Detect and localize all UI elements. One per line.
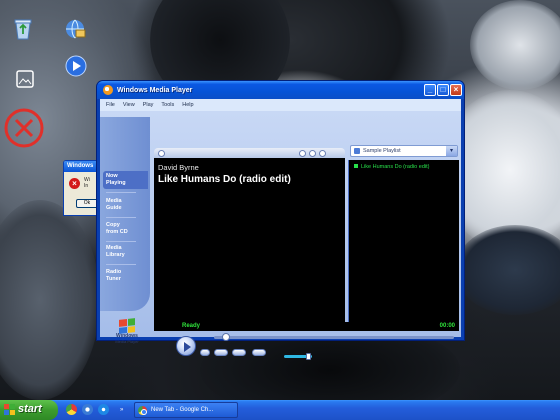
now-playing-toolbar [154, 148, 345, 158]
start-label: start [18, 403, 42, 415]
maximize-button[interactable]: □ [437, 84, 449, 96]
nav-now-playing[interactable]: Now Playing [103, 171, 148, 189]
nav-label: Guide [106, 205, 122, 211]
picture-file-icon[interactable] [12, 66, 38, 92]
chevron-down-icon[interactable]: ▾ [446, 146, 457, 156]
ie-quicklaunch-icon[interactable] [82, 404, 93, 415]
minimize-button[interactable]: _ [424, 84, 436, 96]
network-icon[interactable] [62, 16, 88, 42]
windows-media-logo: Windows Media Player [104, 318, 150, 344]
nav-label: Media [106, 198, 122, 204]
windows-media-player-icon[interactable] [63, 53, 89, 79]
track-title: Like Humans Do (radio edit) [158, 174, 291, 185]
taskbar-item-label: New Tab - Google Ch... [151, 407, 214, 413]
wmp-body: Now Playing Media Guide Copy from CD Med… [100, 111, 461, 360]
next-button[interactable] [232, 349, 246, 356]
nav-label: Copy [106, 222, 120, 228]
close-button[interactable]: × [450, 84, 462, 96]
media-player-quicklaunch-icon[interactable] [98, 404, 109, 415]
wmp-taskbar: Now Playing Media Guide Copy from CD Med… [100, 117, 150, 311]
wallpaper-shape [470, 0, 560, 90]
mute-button[interactable] [252, 349, 266, 356]
playlist-pane: Like Humans Do (radio edit) [348, 160, 459, 322]
chrome-icon [138, 406, 147, 415]
error-message: Wi In [84, 177, 90, 189]
transport-controls [154, 331, 459, 361]
volume-slider[interactable] [284, 353, 312, 360]
nav-label: Media [106, 245, 122, 251]
nav-media-guide[interactable]: Media Guide [106, 198, 146, 212]
fullscreen-icon[interactable] [319, 150, 326, 157]
now-playing-indicator-icon [354, 164, 358, 168]
nav-label: Now [106, 173, 118, 179]
artist-name: David Byrne [158, 163, 199, 172]
previous-viz-icon[interactable] [299, 150, 306, 157]
wallpaper-shape [455, 225, 560, 315]
error-x-icon[interactable] [2, 106, 46, 150]
nav-label: from CD [106, 229, 128, 235]
next-viz-icon[interactable] [309, 150, 316, 157]
menu-play[interactable]: Play [143, 102, 154, 108]
now-playing-screen[interactable]: David Byrne Like Humans Do (radio edit) [154, 158, 345, 322]
elapsed-time: 00:00 [439, 323, 455, 329]
nav-radio-tuner[interactable]: Radio Tuner [106, 269, 146, 283]
playlist-icon [354, 148, 360, 154]
stop-button[interactable] [200, 349, 210, 356]
volume-thumb[interactable] [306, 353, 311, 360]
seek-thumb[interactable] [222, 333, 230, 341]
taskbar-item-chrome[interactable]: New Tab - Google Ch... [134, 402, 238, 418]
taskbar: start » New Tab - Google Ch... [0, 400, 560, 420]
menu-tools[interactable]: Tools [161, 102, 174, 108]
nav-divider [106, 241, 136, 242]
nav-divider [106, 217, 136, 218]
playlist-selected: Sample Playlist [363, 148, 401, 154]
playlist-item-label: Like Humans Do (radio edit) [361, 164, 430, 170]
previous-button[interactable] [214, 349, 228, 356]
wmp-skin: Now Playing Media Guide Copy from CD Med… [100, 111, 461, 360]
menu-file[interactable]: File [106, 102, 115, 108]
menu-view[interactable]: View [123, 102, 135, 108]
wmp-title-bar[interactable]: Windows Media Player _ □ × [97, 81, 464, 99]
windows-flag-icon [4, 404, 15, 415]
wmp-title: Windows Media Player [117, 86, 193, 94]
playlist-select[interactable]: Sample Playlist ▾ [350, 145, 458, 157]
nav-label: Radio [106, 269, 122, 275]
chrome-quicklaunch-icon[interactable] [66, 404, 77, 415]
error-message-line: In [84, 183, 89, 189]
playlist-item[interactable]: Like Humans Do (radio edit) [354, 164, 429, 170]
nav-copy-from-cd[interactable]: Copy from CD [106, 222, 146, 236]
error-ok-button[interactable]: Ok [76, 199, 98, 208]
recycle-bin-icon[interactable] [10, 16, 36, 42]
viz-options-icon[interactable] [158, 150, 165, 157]
windows-flag-icon [119, 318, 135, 334]
wmp-app-icon [103, 85, 113, 95]
nav-label: Playing [106, 180, 126, 186]
quicklaunch-expand-icon[interactable]: » [120, 406, 126, 414]
menu-help[interactable]: Help [182, 102, 193, 108]
seek-bar[interactable] [214, 333, 454, 341]
wmp-menu-bar: File View Play Tools Help [100, 99, 461, 111]
status-bar: Ready 00:00 [154, 322, 459, 331]
nav-label: Library [106, 252, 125, 258]
play-button[interactable] [176, 336, 196, 356]
start-button[interactable]: start [0, 400, 58, 420]
wmp-window[interactable]: Windows Media Player _ □ × File View Pla… [97, 81, 464, 360]
logo-subtext: Media Player [115, 339, 139, 344]
status-text: Ready [182, 323, 201, 329]
nav-label: Tuner [106, 276, 121, 282]
nav-divider [106, 192, 136, 193]
wallpaper-shape [0, 200, 100, 400]
nav-media-library[interactable]: Media Library [106, 245, 146, 259]
nav-divider [106, 264, 136, 265]
error-icon: × [69, 178, 80, 189]
